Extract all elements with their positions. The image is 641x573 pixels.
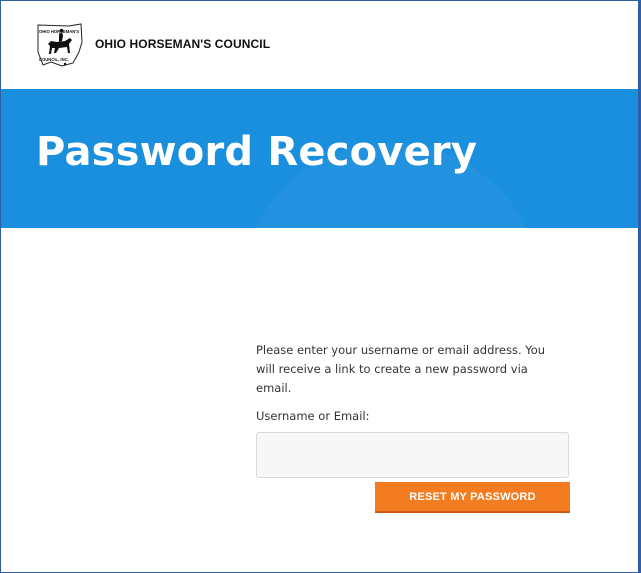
page-hero-banner: Password Recovery: [1, 89, 638, 228]
logo-text-top: OHIO HORSEMAN'S: [39, 29, 79, 34]
password-recovery-form: Please enter your username or email addr…: [256, 341, 576, 513]
page-title: Password Recovery: [36, 129, 478, 175]
instructions-text: Please enter your username or email addr…: [256, 343, 546, 395]
username-or-email-label: Username or Email:: [256, 409, 370, 423]
reset-password-button[interactable]: RESET MY PASSWORD: [375, 482, 570, 513]
username-or-email-input[interactable]: [256, 432, 569, 478]
site-name[interactable]: OHIO HORSEMAN'S COUNCIL: [95, 37, 270, 51]
site-header: OHIO HORSEMAN'S COUNCIL, INC. OHIO HORSE…: [1, 1, 638, 89]
page-frame: OHIO HORSEMAN'S COUNCIL, INC. OHIO HORSE…: [0, 0, 641, 573]
logo-text-bottom: COUNCIL, INC.: [39, 57, 69, 62]
ohio-horsemans-council-logo[interactable]: OHIO HORSEMAN'S COUNCIL, INC.: [35, 22, 85, 68]
